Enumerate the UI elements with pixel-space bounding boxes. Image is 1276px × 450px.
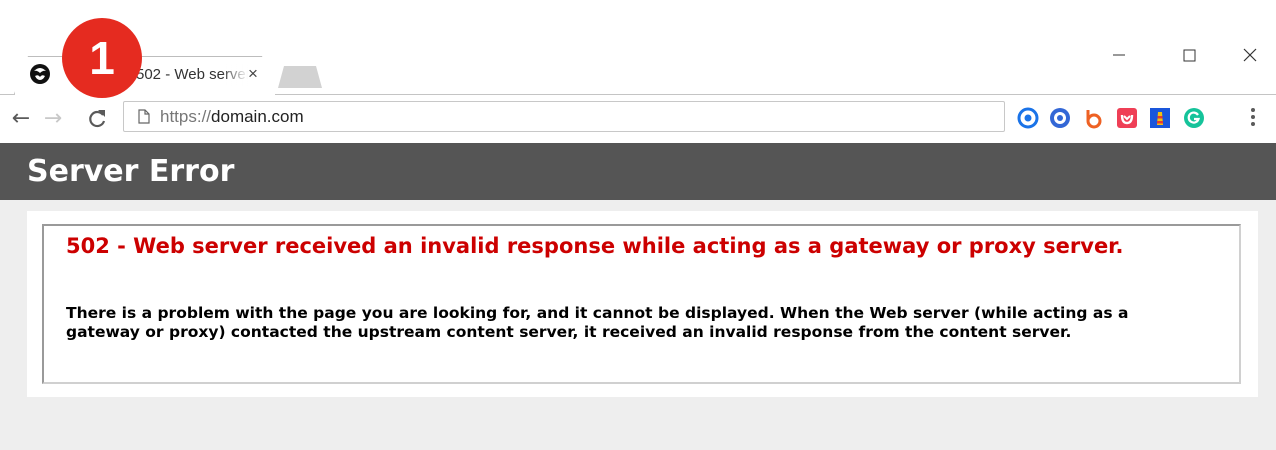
- close-window-icon[interactable]: [1235, 40, 1265, 70]
- grammarly-icon[interactable]: [1183, 107, 1205, 129]
- page-title: Server Error: [27, 154, 235, 189]
- browser-chrome: 502 - Web server received an invalid res…: [0, 0, 1276, 143]
- forward-arrow-icon[interactable]: →: [40, 106, 66, 132]
- url-host: domain.com: [211, 107, 304, 126]
- tab-close-icon[interactable]: ×: [244, 63, 262, 85]
- error-description: There is a problem with the page you are…: [66, 304, 1129, 341]
- at-sign-circle-icon[interactable]: [1049, 107, 1071, 129]
- error-box: 502 - Web server received an invalid res…: [42, 224, 1241, 384]
- minimize-icon[interactable]: [1104, 40, 1134, 70]
- bitly-icon[interactable]: [1082, 107, 1104, 129]
- at-sign-blue-icon[interactable]: [1017, 107, 1039, 129]
- active-tab-gap: [15, 94, 275, 95]
- browser-menu-icon[interactable]: [1248, 105, 1258, 131]
- tab-strip: 502 - Web server received an invalid res…: [0, 0, 1276, 96]
- page-info-icon[interactable]: [138, 109, 150, 124]
- address-bar[interactable]: https://domain.com: [123, 101, 1005, 132]
- reload-icon[interactable]: [84, 106, 110, 132]
- lighthouse-icon[interactable]: [1149, 107, 1171, 129]
- url-scheme: https://: [160, 107, 212, 126]
- webserver-logo-icon: [30, 64, 50, 84]
- pocket-icon[interactable]: [1116, 107, 1138, 129]
- maximize-icon[interactable]: [1174, 40, 1204, 70]
- page-header: Server Error: [0, 143, 1276, 200]
- url-text[interactable]: https://domain.com: [160, 102, 304, 131]
- callout-badge: 1: [62, 18, 142, 98]
- back-arrow-icon[interactable]: ←: [8, 106, 34, 132]
- new-tab-button[interactable]: [278, 66, 322, 88]
- error-heading: 502 - Web server received an invalid res…: [66, 234, 1124, 258]
